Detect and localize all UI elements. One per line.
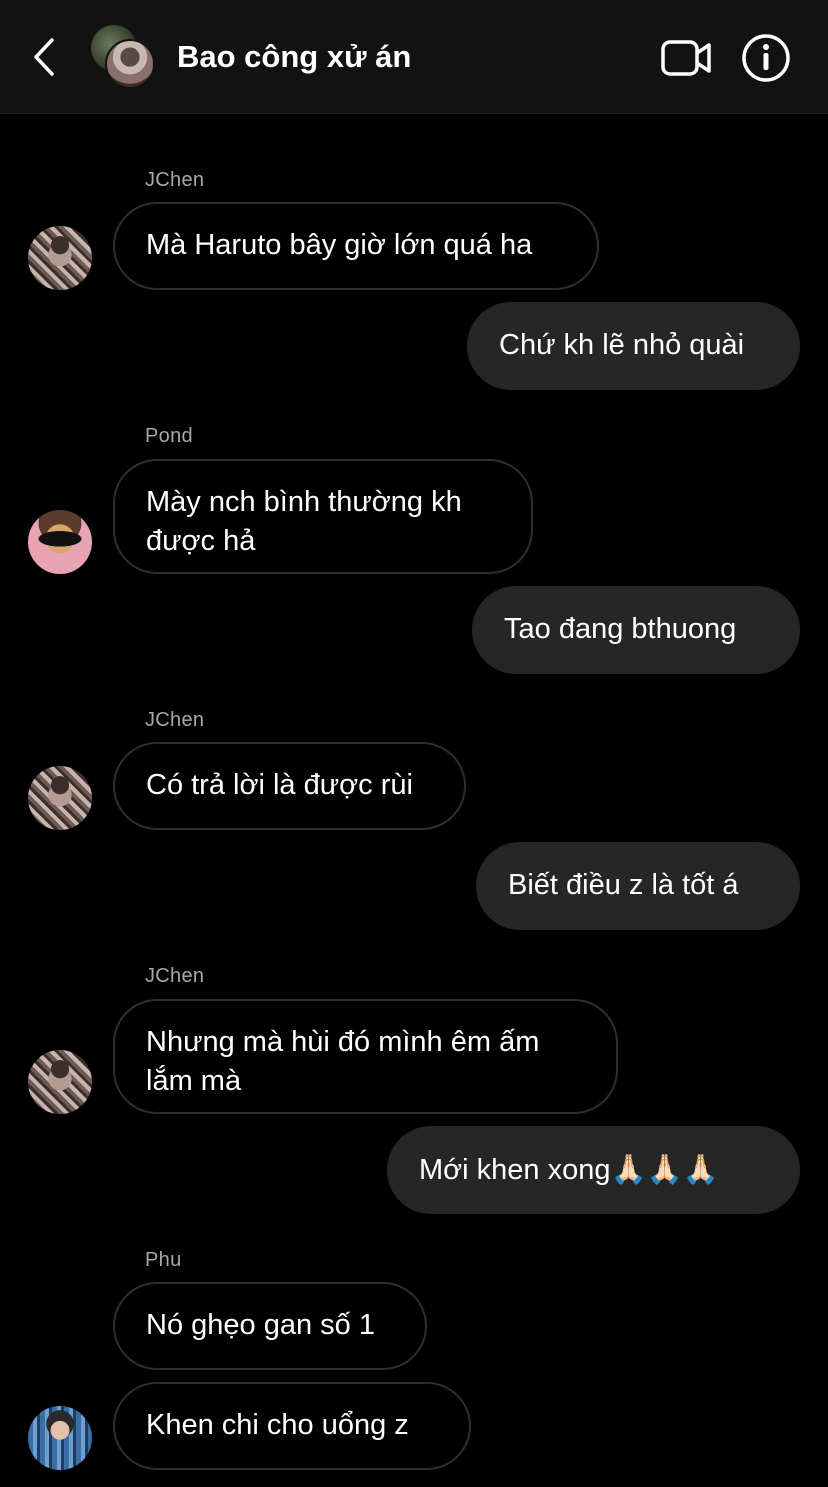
message-text: Tao đang bthuong bbox=[504, 613, 737, 645]
message-text: Có trả lời là được rùi bbox=[146, 769, 413, 801]
sender-name: Phu bbox=[145, 1249, 182, 1271]
message-bubble-outgoing[interactable]: Mới khen xong🙏🏻🙏🏻🙏🏻 bbox=[387, 1126, 800, 1214]
video-camera-icon[interactable] bbox=[660, 38, 712, 78]
message-bubble-incoming[interactable]: Mày nch bình thường kh được hả bbox=[113, 459, 533, 574]
message-bubble-incoming[interactable]: Nhưng mà hùi đó mình êm ấm lắm mà bbox=[113, 999, 618, 1114]
chevron-left-icon[interactable] bbox=[28, 36, 62, 78]
message-text: Mới khen xong bbox=[419, 1154, 611, 1186]
avatar[interactable] bbox=[28, 1406, 92, 1470]
pray-emoji-icon: 🙏🏻🙏🏻🙏🏻 bbox=[610, 1152, 719, 1186]
message-text: Nó ghẹo gan số 1 bbox=[146, 1309, 375, 1341]
info-icon[interactable] bbox=[741, 33, 791, 83]
chat-title[interactable]: Bao công xử án bbox=[177, 38, 411, 76]
avatar[interactable] bbox=[28, 510, 92, 574]
sender-name: JChen bbox=[145, 169, 205, 191]
message-bubble-incoming[interactable]: Mà Haruto bây giờ lớn quá ha bbox=[113, 202, 599, 290]
avatar[interactable] bbox=[28, 766, 92, 830]
message-text: Biết điều z là tốt á bbox=[508, 869, 739, 901]
message-text: Khen chi cho uổng z bbox=[146, 1409, 409, 1441]
message-text-line: lắm mà bbox=[146, 1065, 242, 1097]
message-text: Mà Haruto bây giờ lớn quá ha bbox=[146, 229, 533, 261]
message-text-line: Mày nch bình thường kh bbox=[146, 486, 462, 518]
group-avatar-front bbox=[105, 39, 155, 89]
message-text: Chứ kh lẽ nhỏ quài bbox=[499, 329, 745, 361]
message-bubble-outgoing[interactable]: Chứ kh lẽ nhỏ quài bbox=[467, 302, 800, 390]
sender-name: JChen bbox=[145, 709, 205, 731]
sender-name: Pond bbox=[145, 425, 193, 447]
message-bubble-incoming[interactable]: Có trả lời là được rùi bbox=[113, 742, 466, 830]
message-text-line: được hả bbox=[146, 525, 256, 557]
message-bubble-incoming[interactable]: Nó ghẹo gan số 1 bbox=[113, 1282, 427, 1370]
group-avatar[interactable] bbox=[91, 25, 157, 91]
message-bubble-outgoing[interactable]: Biết điều z là tốt á bbox=[476, 842, 800, 930]
sender-name: JChen bbox=[145, 965, 205, 987]
message-bubble-incoming[interactable]: Khen chi cho uổng z bbox=[113, 1382, 471, 1470]
avatar[interactable] bbox=[28, 1050, 92, 1114]
message-bubble-outgoing[interactable]: Tao đang bthuong bbox=[472, 586, 800, 674]
avatar[interactable] bbox=[28, 226, 92, 290]
chat-header: Bao công xử án bbox=[0, 0, 828, 114]
message-text-line: Nhưng mà hùi đó mình êm ấm bbox=[146, 1026, 540, 1058]
